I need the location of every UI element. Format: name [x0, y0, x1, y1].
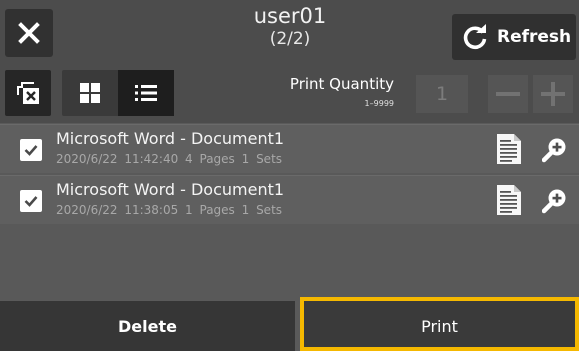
list-view-button[interactable] — [118, 70, 174, 116]
user-name: user01 — [253, 4, 327, 28]
job-checkbox[interactable] — [20, 139, 42, 161]
close-icon — [18, 22, 40, 44]
minus-icon — [496, 92, 520, 96]
deselect-icon — [17, 82, 39, 104]
job-name: Microsoft Word - Document1 — [56, 129, 285, 148]
grid-view-button[interactable] — [62, 70, 118, 116]
document-icon — [497, 185, 521, 215]
delete-button[interactable]: Delete — [0, 301, 295, 351]
refresh-button[interactable]: Refresh — [452, 14, 576, 60]
quantity-range: 1–9999 — [364, 99, 394, 108]
job-row[interactable]: Microsoft Word - Document1 2020/6/22 11:… — [0, 175, 579, 224]
header-bar: user01 (2/2) Refresh — [0, 0, 579, 63]
view-toggle — [62, 70, 174, 116]
print-button[interactable]: Print — [300, 297, 579, 351]
document-icon — [497, 134, 521, 164]
refresh-label: Refresh — [497, 27, 572, 47]
checkmark-icon — [24, 196, 38, 207]
quantity-decrement-button[interactable] — [488, 75, 528, 113]
toolbar: Print Quantity 1–9999 1 — [0, 63, 579, 123]
page-indicator: (2/2) — [269, 29, 311, 49]
zoom-in-icon[interactable] — [542, 188, 568, 214]
list-view-icon — [135, 85, 157, 101]
deselect-all-button[interactable] — [5, 70, 51, 116]
header-title: user01 (2/2) — [190, 4, 390, 50]
quantity-increment-button[interactable] — [533, 75, 573, 113]
job-name: Microsoft Word - Document1 — [56, 180, 285, 199]
checkmark-icon — [24, 145, 38, 156]
job-details: 2020/6/22 11:42:40 4 Pages 1 Sets — [56, 152, 283, 166]
quantity-field[interactable]: 1 — [416, 75, 468, 113]
close-button[interactable] — [5, 9, 53, 57]
grid-view-icon — [80, 83, 100, 103]
job-details: 2020/6/22 11:38:05 1 Pages 1 Sets — [56, 203, 283, 217]
plus-icon — [541, 82, 565, 106]
job-checkbox[interactable] — [20, 190, 42, 212]
zoom-in-icon[interactable] — [542, 137, 568, 163]
job-list: Microsoft Word - Document1 2020/6/22 11:… — [0, 124, 579, 300]
refresh-icon — [463, 24, 487, 49]
job-row[interactable]: Microsoft Word - Document1 2020/6/22 11:… — [0, 124, 579, 173]
print-quantity-label: Print Quantity — [289, 75, 394, 93]
